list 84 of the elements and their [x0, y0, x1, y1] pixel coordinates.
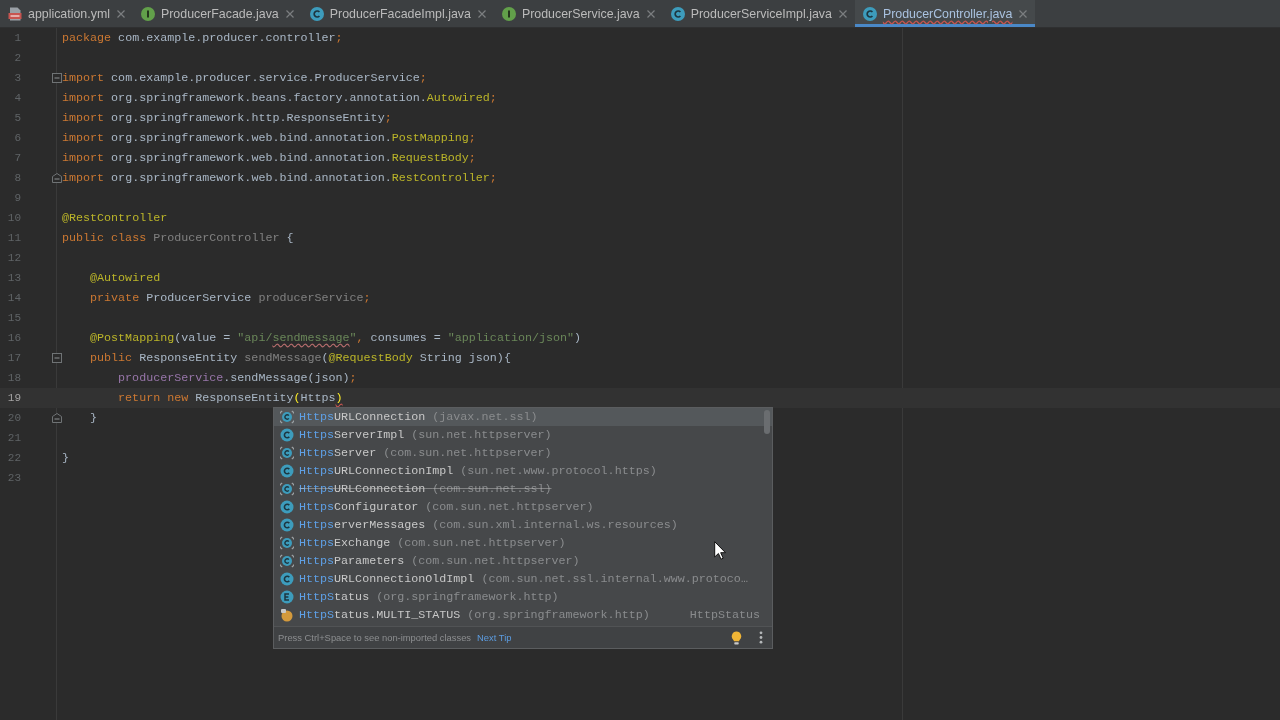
close-icon[interactable]: [838, 9, 847, 18]
scrollbar[interactable]: [764, 410, 770, 434]
class-icon: [280, 464, 294, 478]
close-icon[interactable]: [285, 9, 294, 18]
code-line: import com.example.producer.service.ProducerService;: [62, 71, 427, 85]
code-line: @PostMapping(value = "api/sendmessage", consumes = "application/json"): [90, 331, 582, 345]
abstract-class-icon: [280, 536, 294, 550]
field-icon: [280, 608, 294, 622]
code-line: @RestController: [62, 211, 168, 225]
completion-item[interactable]: HttpsParameters (com.sun.net.httpserver): [274, 552, 772, 570]
interface-icon: [501, 6, 516, 21]
close-icon[interactable]: [477, 9, 486, 18]
interface-icon: [140, 6, 155, 21]
completion-item[interactable]: HttpsConfigurator (com.sun.net.httpserver): [274, 498, 772, 516]
editor-tab[interactable]: ProducerFacadeImpl.java: [301, 0, 494, 27]
line-number: 18: [6, 372, 21, 384]
class-icon: [309, 6, 324, 21]
line-number: 12: [6, 252, 21, 264]
abstract-class-icon: [280, 410, 294, 424]
completion-item[interactable]: HttpsURLConnectionImpl (sun.net.www.protocol.https): [274, 462, 772, 480]
line-number: 7: [13, 152, 21, 164]
code-line: public class ProducerController {: [62, 231, 294, 245]
line-number: 14: [6, 292, 21, 304]
line-number: 17: [6, 352, 21, 364]
fold-icon[interactable]: [52, 173, 62, 183]
next-tip-link[interactable]: Next Tip: [477, 632, 512, 643]
file-icon: [8, 6, 22, 21]
class-icon: [670, 6, 685, 21]
line-number: 4: [13, 92, 21, 104]
mouse-cursor-icon: [714, 541, 726, 560]
editor-tab[interactable]: ProducerFacade.java: [132, 0, 302, 27]
code-line: public ResponseEntity sendMessage(@RequestBody String json){: [90, 351, 511, 365]
class-icon: [280, 428, 294, 442]
line-number: 19: [6, 392, 21, 404]
code-line: }: [90, 411, 98, 425]
fold-icon[interactable]: [52, 413, 62, 423]
completion-item[interactable]: HttpStatus (org.springframework.http): [274, 588, 772, 606]
code-line: return new ResponseEntity(Https): [118, 391, 343, 405]
line-number: 20: [6, 412, 21, 424]
close-icon[interactable]: [116, 9, 125, 18]
line-number: 13: [6, 272, 21, 284]
completion-item[interactable]: HttpStatus.MULTI_STATUS (org.springframework.http) HttpStatus: [274, 606, 772, 624]
line-number: 16: [6, 332, 21, 344]
close-icon[interactable]: [646, 9, 655, 18]
completion-item[interactable]: HttpsExchange (com.sun.net.httpserver): [274, 534, 772, 552]
code-line: producerService.sendMessage(json);: [118, 371, 357, 385]
editor-tab[interactable]: ProducerServiceImpl.java: [662, 0, 855, 27]
completion-item[interactable]: HttpsURLConnectionOldImpl (com.sun.net.ssl.internal.www.protoco…: [274, 570, 772, 588]
lightbulb-icon[interactable]: [731, 630, 742, 645]
editor-tab[interactable]: application.yml: [0, 0, 133, 27]
code-line: import org.springframework.http.ResponseEntity;: [62, 111, 392, 125]
line-number: 3: [13, 72, 21, 84]
fold-icon[interactable]: [52, 353, 62, 363]
abstract-class-icon: [280, 446, 294, 460]
code-line: package com.example.producer.controller;: [62, 31, 343, 45]
hint-text: Press Ctrl+Space to see non-imported classes: [278, 632, 472, 643]
fold-icon[interactable]: [52, 73, 62, 83]
class-icon: [862, 6, 877, 21]
code-line: import org.springframework.web.bind.annotation.RequestBody;: [62, 151, 476, 165]
code-line: import org.springframework.web.bind.annotation.RestController;: [62, 171, 497, 185]
class-icon: [280, 518, 294, 532]
code-line: @Autowired: [90, 271, 161, 285]
enum-icon: [280, 590, 294, 604]
code-line: }: [62, 451, 69, 465]
completion-item[interactable]: HttpsServerImpl (sun.net.httpserver): [274, 426, 772, 444]
code-line: private ProducerService producerService;: [90, 291, 371, 305]
line-number: 11: [6, 232, 21, 244]
code-line: import org.springframework.beans.factory.annotation.Autowired;: [62, 91, 497, 105]
editor-tab[interactable]: ProducerService.java: [493, 0, 663, 27]
line-number: 21: [6, 432, 21, 444]
more-options-icon[interactable]: [759, 631, 763, 644]
abstract-class-icon: [280, 554, 294, 568]
line-number: 23: [6, 472, 21, 484]
editor-tab[interactable]: ProducerController.java: [854, 0, 1036, 27]
completion-item[interactable]: HttpserverMessages (com.sun.xml.internal.ws.resources): [274, 516, 772, 534]
code-line: import org.springframework.web.bind.annotation.PostMapping;: [62, 131, 476, 145]
abstract-class-icon: [280, 482, 294, 496]
close-icon[interactable]: [1019, 9, 1028, 18]
class-icon: [280, 500, 294, 514]
line-number: 15: [6, 312, 21, 324]
completion-item[interactable]: HttpsServer (com.sun.net.httpserver): [274, 444, 772, 462]
class-icon: [280, 572, 294, 586]
line-number: 22: [6, 452, 21, 464]
line-number: 10: [6, 212, 21, 224]
